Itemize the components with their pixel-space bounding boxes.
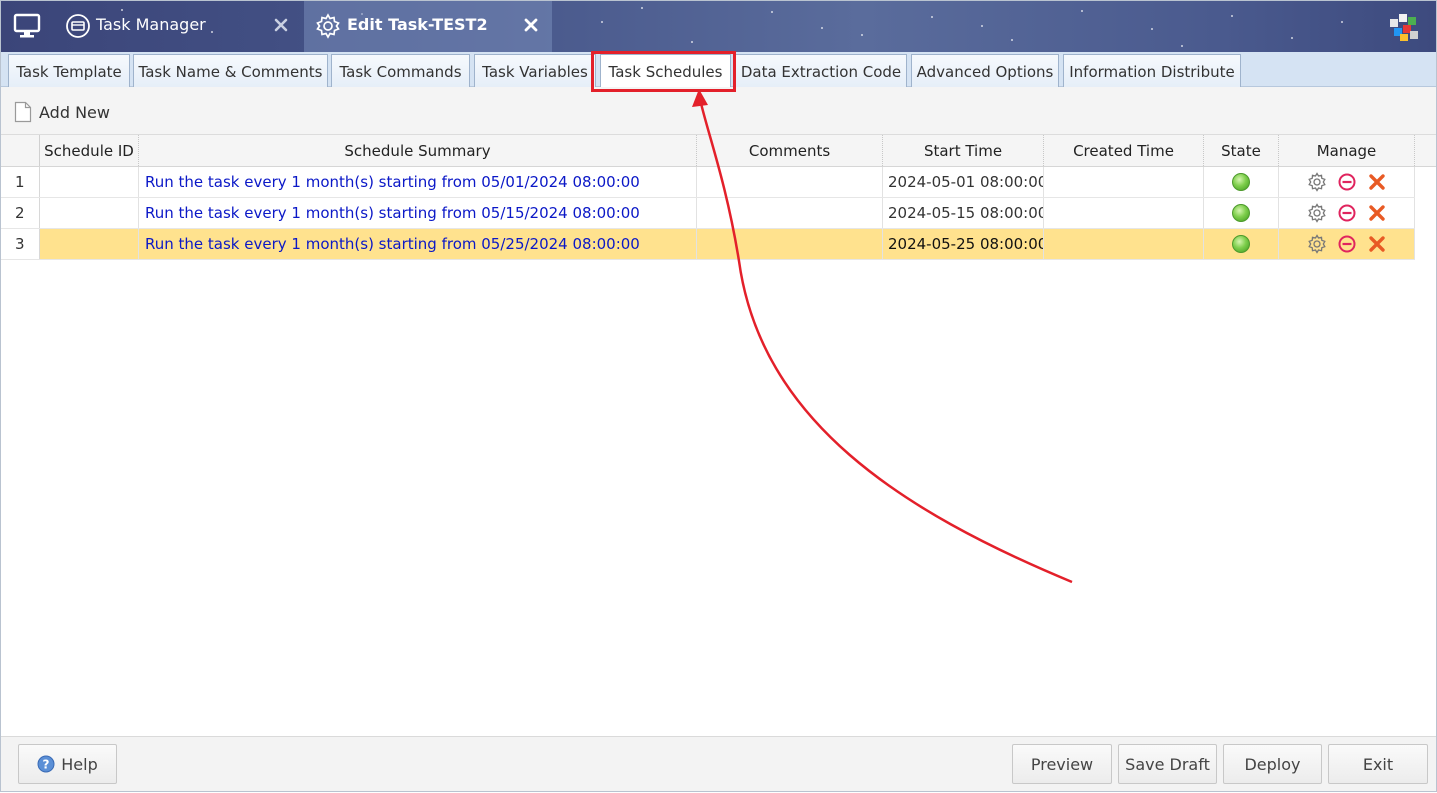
disable-icon[interactable] [1337,203,1357,223]
column-header-schedule-id[interactable]: Schedule ID [40,135,139,166]
tab-task-variables[interactable]: Task Variables [474,54,596,88]
start-time-cell: 2024-05-25 08:00:00 [883,229,1044,259]
tab-data-extraction-code[interactable]: Data Extraction Code [735,54,907,88]
tab-information-distribute[interactable]: Information Distribute [1063,54,1241,88]
settings-gear-icon[interactable] [1307,234,1327,254]
deploy-button[interactable]: Deploy [1223,744,1322,784]
tab-task-manager[interactable]: Task Manager [51,1,303,52]
table-row[interactable]: 2 Run the task every 1 month(s) starting… [1,198,1415,229]
schedule-summary-link[interactable]: Run the task every 1 month(s) starting f… [139,198,697,228]
disable-icon[interactable] [1337,172,1357,192]
created-time-cell [1044,167,1204,197]
state-cell [1204,198,1279,228]
state-cell [1204,229,1279,259]
exit-button[interactable]: Exit [1328,744,1428,784]
table-row[interactable]: 1 Run the task every 1 month(s) starting… [1,167,1415,198]
table-row-selected[interactable]: 3 Run the task every 1 month(s) starting… [1,229,1415,260]
settings-gear-icon[interactable] [1307,203,1327,223]
title-bar: Task Manager Edit Task-TEST2 [1,1,1436,52]
schedule-id-cell [40,167,139,197]
row-number: 2 [1,198,40,228]
add-new-button[interactable]: Add New [14,101,110,123]
schedule-id-cell [40,229,139,259]
toolbar: Add New [1,87,1436,135]
comments-cell [697,167,883,197]
state-active-icon [1232,173,1250,191]
tab-task-manager-label: Task Manager [96,15,206,34]
row-number: 3 [1,229,40,259]
close-icon[interactable] [522,16,540,34]
tab-task-template[interactable]: Task Template [8,54,130,88]
row-number-header [1,135,40,166]
state-active-icon [1232,204,1250,222]
new-document-icon [14,101,32,123]
delete-icon[interactable] [1367,203,1387,223]
help-label: Help [61,754,98,774]
disable-icon[interactable] [1337,234,1357,254]
schedule-id-cell [40,198,139,228]
gear-icon [316,13,340,39]
start-time-cell: 2024-05-15 08:00:00 [883,198,1044,228]
schedule-summary-link[interactable]: Run the task every 1 month(s) starting f… [139,167,697,197]
manage-cell [1279,198,1415,228]
delete-icon[interactable] [1367,234,1387,254]
manage-cell [1279,167,1415,197]
column-header-created-time[interactable]: Created Time [1044,135,1204,166]
section-tabs: Task Template Task Name & Comments Task … [1,52,1436,89]
tab-task-commands[interactable]: Task Commands [331,54,470,88]
app-logo-icon [1390,14,1418,41]
footer-bar: ? Help Preview Save Draft Deploy Exit [1,736,1436,791]
help-button[interactable]: ? Help [18,744,117,784]
tab-task-schedules[interactable]: Task Schedules [600,54,731,89]
monitor-icon[interactable] [13,13,41,39]
start-time-cell: 2024-05-01 08:00:00 [883,167,1044,197]
manage-cell [1279,229,1415,259]
settings-gear-icon[interactable] [1307,172,1327,192]
save-draft-button[interactable]: Save Draft [1118,744,1217,784]
table-header: Schedule ID Schedule Summary Comments St… [1,135,1436,167]
column-header-state[interactable]: State [1204,135,1279,166]
column-header-comments[interactable]: Comments [697,135,883,166]
tab-advanced-options[interactable]: Advanced Options [911,54,1059,88]
preview-button[interactable]: Preview [1012,744,1112,784]
tab-edit-task-label: Edit Task-TEST2 [347,15,488,34]
help-icon: ? [37,755,55,773]
svg-text:?: ? [43,758,50,772]
task-manager-icon [66,14,90,38]
tab-edit-task[interactable]: Edit Task-TEST2 [304,1,552,52]
created-time-cell [1044,198,1204,228]
state-cell [1204,167,1279,197]
created-time-cell [1044,229,1204,259]
column-header-manage[interactable]: Manage [1279,135,1415,166]
column-header-schedule-summary[interactable]: Schedule Summary [139,135,697,166]
column-header-start-time[interactable]: Start Time [883,135,1044,166]
add-new-label: Add New [39,102,110,122]
comments-cell [697,198,883,228]
close-icon[interactable] [272,16,290,34]
comments-cell [697,229,883,259]
row-number: 1 [1,167,40,197]
app-window: Task Manager Edit Task-TEST2 Task Templa… [0,0,1437,792]
schedule-summary-link[interactable]: Run the task every 1 month(s) starting f… [139,229,697,259]
delete-icon[interactable] [1367,172,1387,192]
state-active-icon [1232,235,1250,253]
tab-task-name-comments[interactable]: Task Name & Comments [133,54,328,88]
